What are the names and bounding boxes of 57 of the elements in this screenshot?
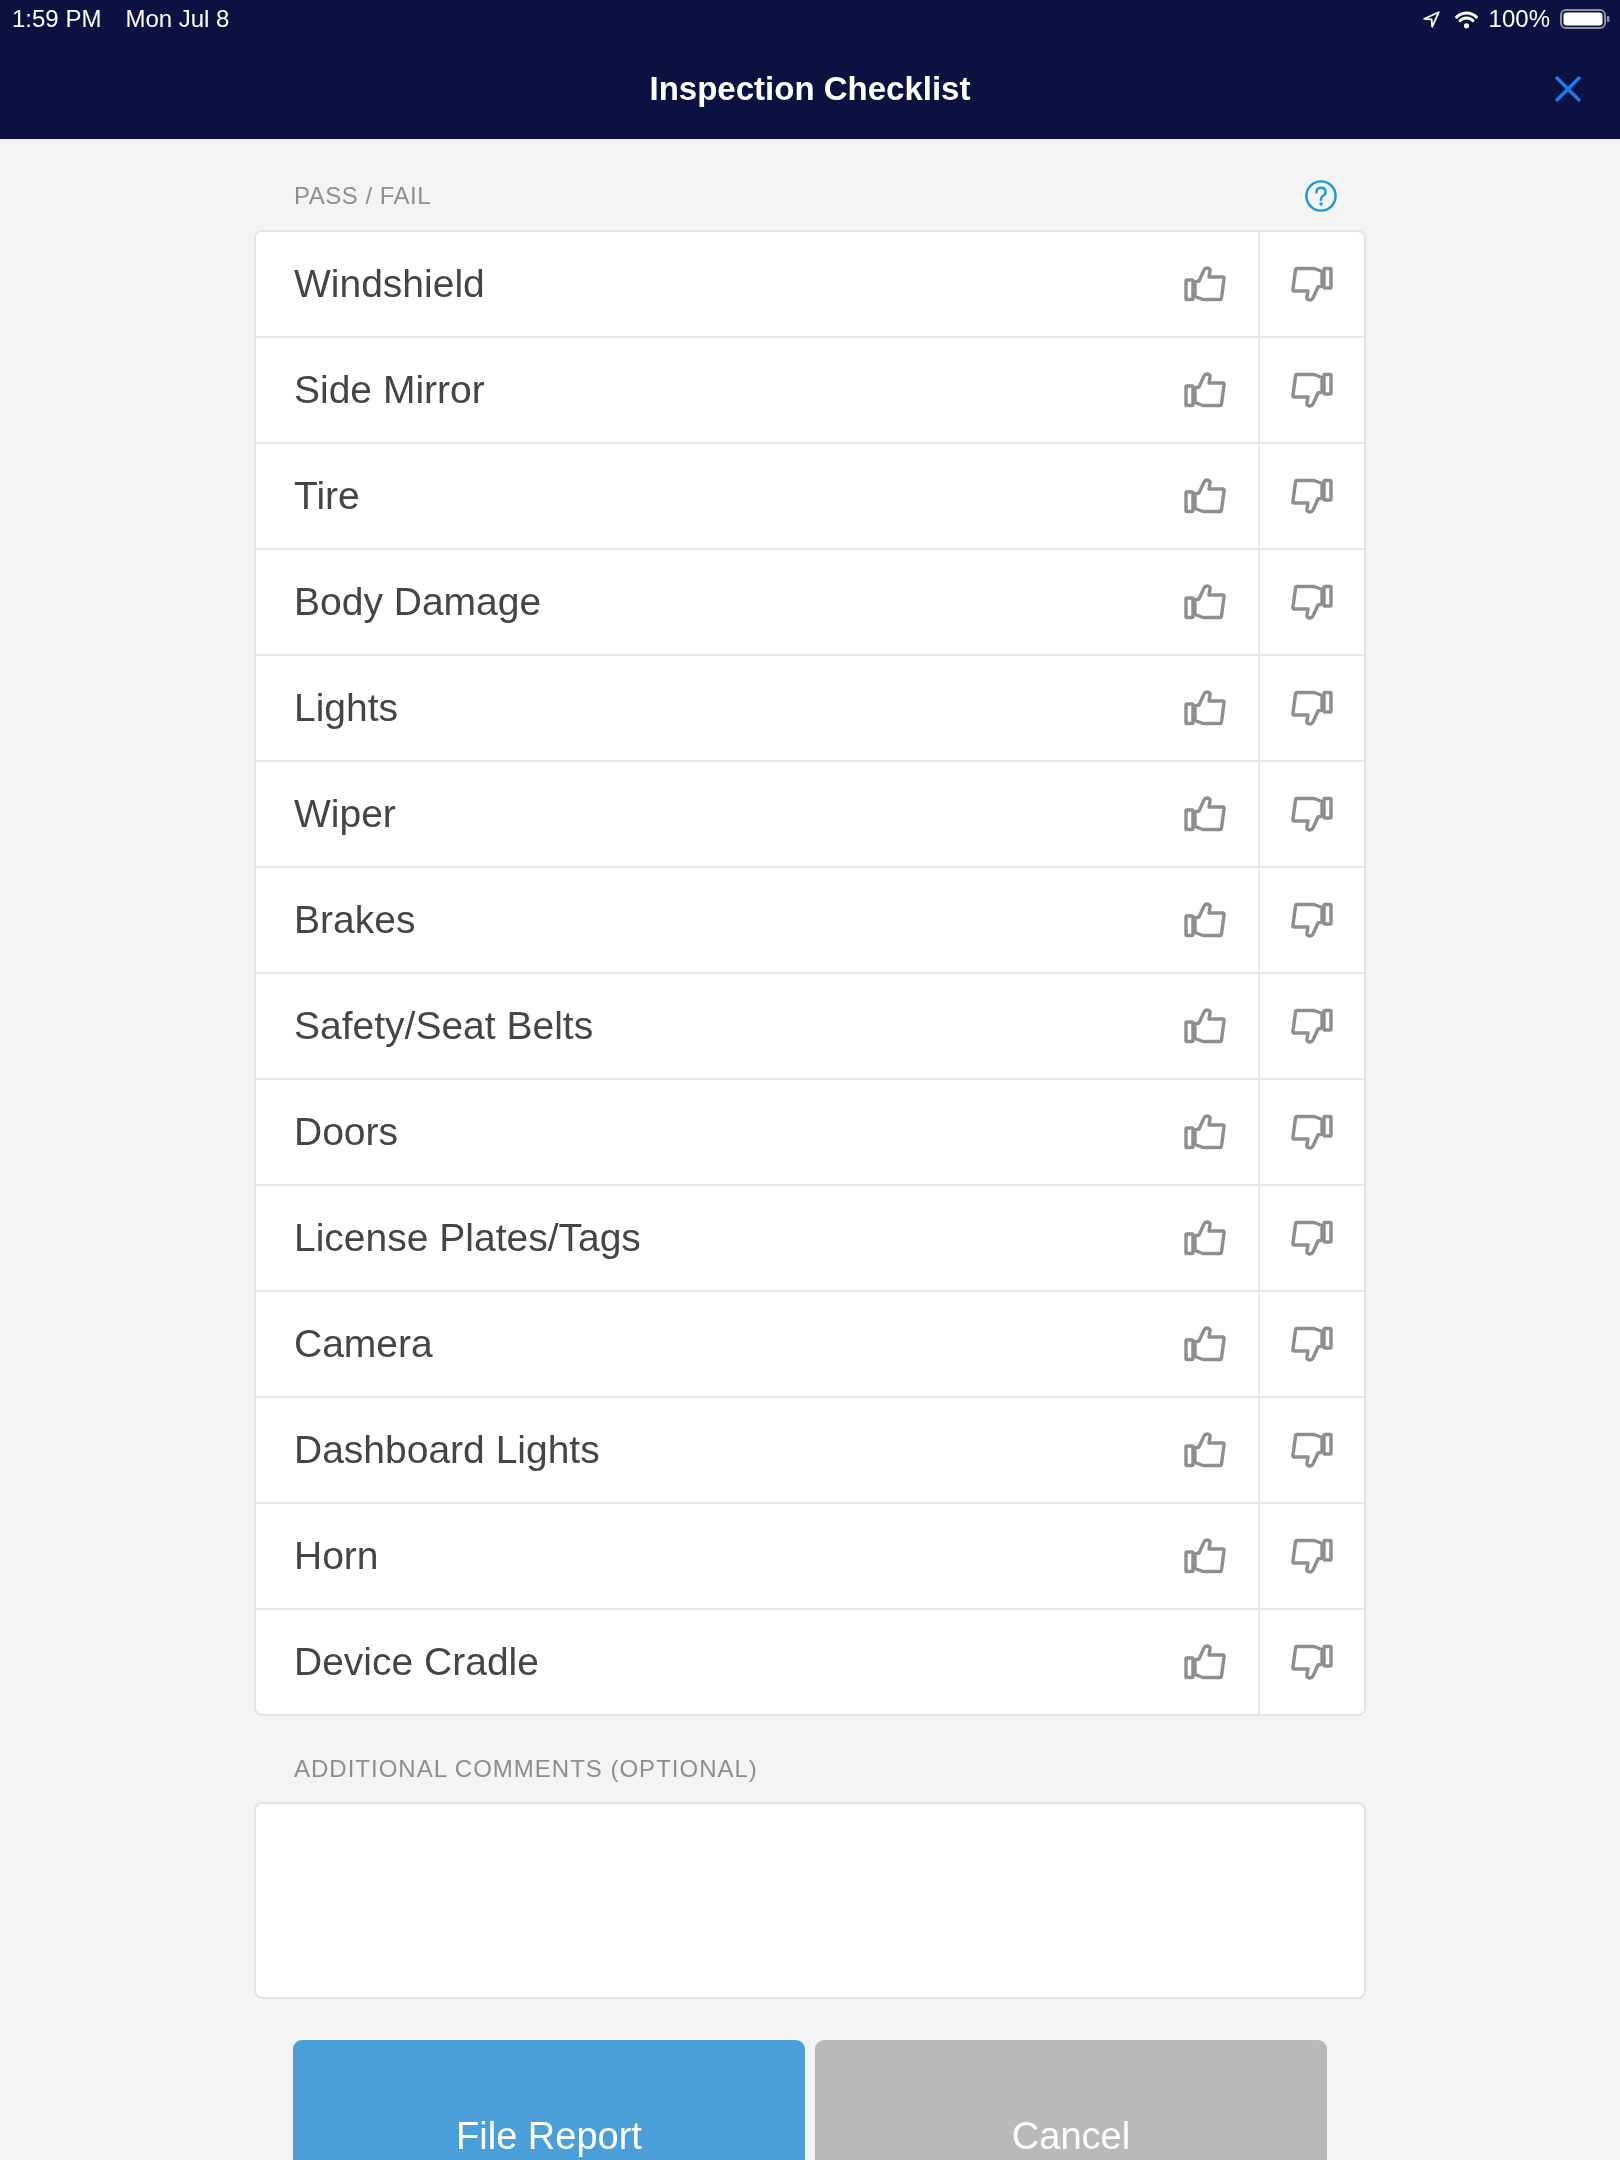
item-label: Dashboard Lights (294, 1428, 601, 1472)
thumbs-down-icon[interactable] (1291, 1220, 1333, 1256)
item-label: License Plates/Tags (294, 1216, 642, 1260)
help-icon[interactable] (1305, 180, 1337, 212)
thumbs-down-icon[interactable] (1291, 902, 1333, 938)
status-time: 1:59 PM (12, 5, 102, 33)
thumbs-up-icon[interactable] (1184, 1644, 1226, 1680)
comments-label: ADDITIONAL COMMENTS (OPTIONAL) (293, 1754, 759, 1784)
thumbs-down-icon[interactable] (1291, 478, 1333, 514)
thumbs-down-icon[interactable] (1291, 1538, 1333, 1574)
thumbs-up-icon[interactable] (1184, 584, 1226, 620)
thumbs-up-icon[interactable] (1184, 266, 1226, 302)
battery-percentage: 100% (1488, 5, 1550, 33)
cancel-button[interactable]: Cancel (815, 2040, 1327, 2160)
thumbs-up-icon[interactable] (1184, 690, 1226, 726)
thumbs-up-icon[interactable] (1184, 1538, 1226, 1574)
item-label: Doors (294, 1110, 400, 1154)
item-label: Camera (294, 1322, 434, 1366)
thumbs-down-icon[interactable] (1291, 1432, 1333, 1468)
thumbs-down-icon[interactable] (1291, 796, 1333, 832)
thumbs-up-icon[interactable] (1184, 796, 1226, 832)
status-date: Mon Jul 8 (125, 5, 230, 33)
thumbs-up-icon[interactable] (1184, 1432, 1226, 1468)
thumbs-up-icon[interactable] (1184, 902, 1226, 938)
item-label: Safety/Seat Belts (294, 1004, 595, 1048)
item-label: Horn (294, 1534, 380, 1578)
thumbs-down-icon[interactable] (1291, 266, 1333, 302)
screen-title: Inspection Checklist (649, 69, 971, 108)
wifi-icon (1452, 9, 1480, 29)
thumbs-down-icon[interactable] (1291, 1644, 1333, 1680)
thumbs-down-icon[interactable] (1291, 1114, 1333, 1150)
thumbs-up-icon[interactable] (1184, 1008, 1226, 1044)
thumbs-up-icon[interactable] (1184, 1326, 1226, 1362)
battery-icon (1560, 9, 1610, 29)
location-arrow-icon (1422, 10, 1440, 28)
section-heading: PASS / FAIL (294, 182, 432, 210)
thumbs-down-icon[interactable] (1291, 1326, 1333, 1362)
item-label: Wiper (294, 792, 397, 836)
thumbs-down-icon[interactable] (1291, 584, 1333, 620)
item-label: Body Damage (294, 580, 543, 624)
thumbs-up-icon[interactable] (1184, 478, 1226, 514)
file-report-button[interactable]: File Report (293, 2040, 805, 2160)
item-label: Side Mirror (294, 368, 486, 412)
item-label: Brakes (294, 898, 417, 942)
thumbs-up-icon[interactable] (1184, 1220, 1226, 1256)
thumbs-down-icon[interactable] (1291, 372, 1333, 408)
item-label: Tire (294, 474, 361, 518)
item-label: Device Cradle (294, 1640, 540, 1684)
thumbs-down-icon[interactable] (1291, 1008, 1333, 1044)
item-label: Windshield (294, 262, 486, 306)
close-icon (1555, 75, 1581, 102)
close-button[interactable] (1555, 75, 1581, 102)
thumbs-up-icon[interactable] (1184, 372, 1226, 408)
comments-field[interactable] (254, 1802, 1366, 1999)
thumbs-up-icon[interactable] (1184, 1114, 1226, 1150)
item-label: Lights (294, 686, 400, 730)
thumbs-down-icon[interactable] (1291, 690, 1333, 726)
